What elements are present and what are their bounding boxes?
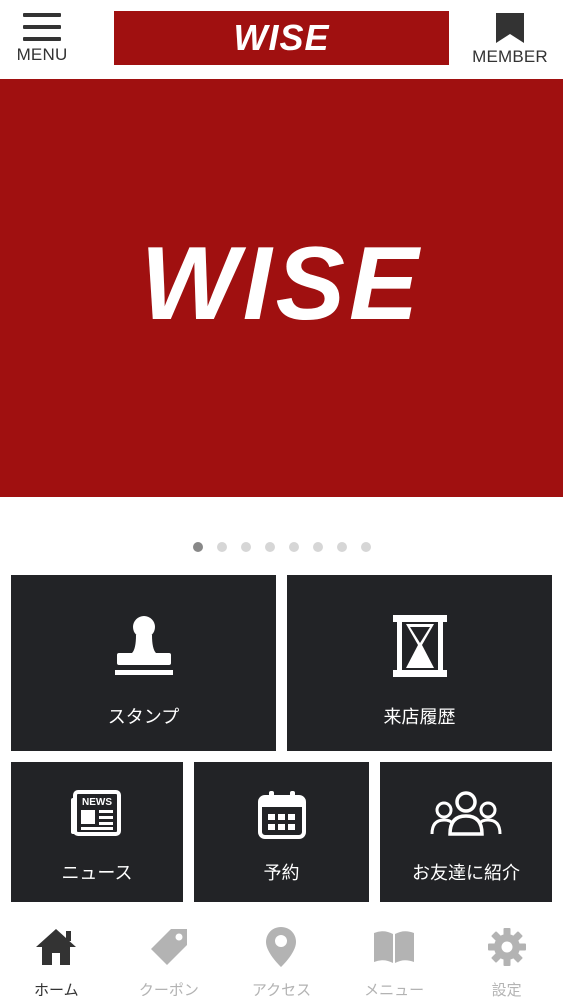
pager-dot[interactable] xyxy=(192,542,203,552)
hero-banner[interactable]: WISE xyxy=(0,79,563,497)
visit-history-label: 来店履歴 xyxy=(383,707,456,728)
tab-menu-label: メニュー xyxy=(364,981,425,999)
pager-dot[interactable] xyxy=(360,542,371,552)
menu-button[interactable]: MENU xyxy=(8,0,76,76)
book-icon xyxy=(372,925,416,969)
tab-home[interactable]: ホーム xyxy=(0,913,113,1000)
hamburger-icon xyxy=(23,13,61,41)
menu-label: MENU xyxy=(16,45,68,64)
stamp-label: スタンプ xyxy=(107,707,180,728)
calendar-icon xyxy=(257,791,306,839)
header-logo[interactable]: WISE xyxy=(114,11,449,65)
pager-dot[interactable] xyxy=(288,542,299,552)
pager-dot[interactable] xyxy=(312,542,323,552)
home-icon xyxy=(34,925,78,969)
pager-dot[interactable] xyxy=(240,542,251,552)
tab-settings-label: 設定 xyxy=(491,981,522,999)
tab-settings[interactable]: 設定 xyxy=(450,913,563,1000)
gear-icon xyxy=(485,925,529,969)
header-logo-text: WISE xyxy=(233,17,330,58)
stamp-icon xyxy=(114,616,173,675)
carousel-pager xyxy=(0,542,563,554)
tag-icon xyxy=(147,925,191,969)
pager-dot[interactable] xyxy=(216,542,227,552)
tab-coupon[interactable]: クーポン xyxy=(113,913,226,1000)
bottom-tab-bar: ホーム クーポン アクセス メニュー 設定 xyxy=(0,913,563,1000)
news-label: ニュース xyxy=(61,863,133,884)
pager-dot[interactable] xyxy=(336,542,347,552)
app-header: MENU WISE MEMBER xyxy=(0,0,563,76)
tab-home-label: ホーム xyxy=(34,981,79,999)
reservation-label: 予約 xyxy=(263,863,300,884)
member-label: MEMBER xyxy=(472,47,548,66)
hero-logo-text: WISE xyxy=(140,225,423,342)
refer-friend-tile[interactable]: お友達に紹介 xyxy=(380,762,552,902)
refer-friend-label: お友達に紹介 xyxy=(412,863,520,884)
reservation-tile[interactable]: 予約 xyxy=(194,762,369,902)
newspaper-icon: NEWS xyxy=(71,790,121,836)
map-pin-icon xyxy=(259,925,303,969)
bookmark-icon xyxy=(496,13,524,43)
newspaper-icon-text: NEWS xyxy=(82,797,112,808)
group-icon xyxy=(430,791,502,836)
tab-menu[interactable]: メニュー xyxy=(338,913,451,1000)
visit-history-tile[interactable]: 来店履歴 xyxy=(287,575,552,751)
hourglass-icon xyxy=(392,615,447,677)
tab-access-label: アクセス xyxy=(251,981,312,999)
stamp-tile[interactable]: スタンプ xyxy=(11,575,276,751)
tab-coupon-label: クーポン xyxy=(138,981,199,999)
member-button[interactable]: MEMBER xyxy=(464,0,556,76)
pager-dot[interactable] xyxy=(264,542,275,552)
news-tile[interactable]: NEWS ニュース xyxy=(11,762,183,902)
tab-access[interactable]: アクセス xyxy=(225,913,338,1000)
